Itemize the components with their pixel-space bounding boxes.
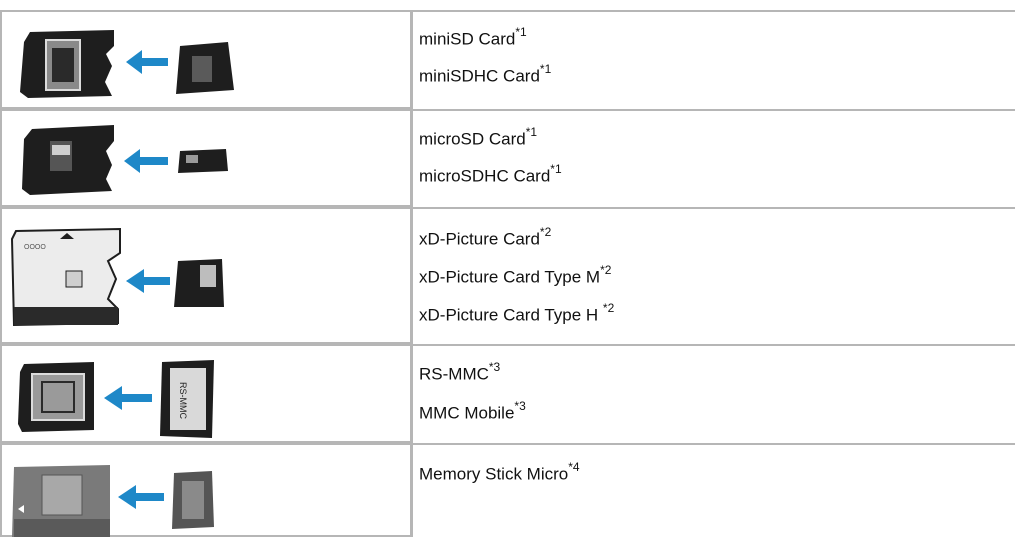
rs-mmc-adapter-icon: RS-MMC [18, 360, 214, 438]
xd-picture-adapter-icon: OOOO [10, 227, 224, 327]
image-cell [0, 109, 413, 207]
text-cell: miniSD Card*1 miniSDHC Card*1 [413, 10, 1015, 109]
microsd-adapter-icon [22, 125, 228, 195]
text-cell: RS-MMC*3 MMC Mobile*3 [413, 344, 1015, 443]
image-cell: OOOO [0, 207, 413, 344]
table-row: miniSD Card*1 miniSDHC Card*1 [0, 10, 1015, 109]
card-type-label: xD-Picture Card*2 [419, 225, 552, 249]
card-type-label: xD-Picture Card Type H *2 [419, 301, 615, 325]
image-cell [0, 443, 413, 537]
card-type-label: Memory Stick Micro*4 [419, 460, 580, 484]
svg-text:OOOO: OOOO [24, 244, 46, 251]
table-row: OOOO xD-Picture Card*2 xD-Picture Card T… [0, 207, 1015, 344]
table-row: Memory Stick Micro*4 [0, 443, 1015, 537]
card-type-label: RS-MMC*3 [419, 360, 501, 384]
table-row: microSD Card*1 microSDHC Card*1 [0, 109, 1015, 207]
table-row: RS-MMC RS-MMC*3 MMC Mobile*3 [0, 344, 1015, 443]
text-cell: Memory Stick Micro*4 [413, 443, 1015, 537]
card-type-label: microSDHC Card*1 [419, 162, 562, 186]
image-cell [0, 10, 413, 109]
minisd-adapter-icon [20, 30, 234, 98]
text-cell: xD-Picture Card*2 xD-Picture Card Type M… [413, 207, 1015, 344]
card-type-label: microSD Card*1 [419, 125, 538, 149]
text-cell: microSD Card*1 microSDHC Card*1 [413, 109, 1015, 207]
card-type-label: miniSDHC Card*1 [419, 62, 552, 86]
image-cell: RS-MMC [0, 344, 413, 443]
card-type-label: miniSD Card*1 [419, 25, 527, 49]
card-type-label: MMC Mobile*3 [419, 399, 526, 423]
memory-stick-micro-adapter-icon [12, 465, 214, 537]
card-type-label: xD-Picture Card Type M*2 [419, 263, 612, 287]
svg-text:RS-MMC: RS-MMC [178, 382, 188, 419]
